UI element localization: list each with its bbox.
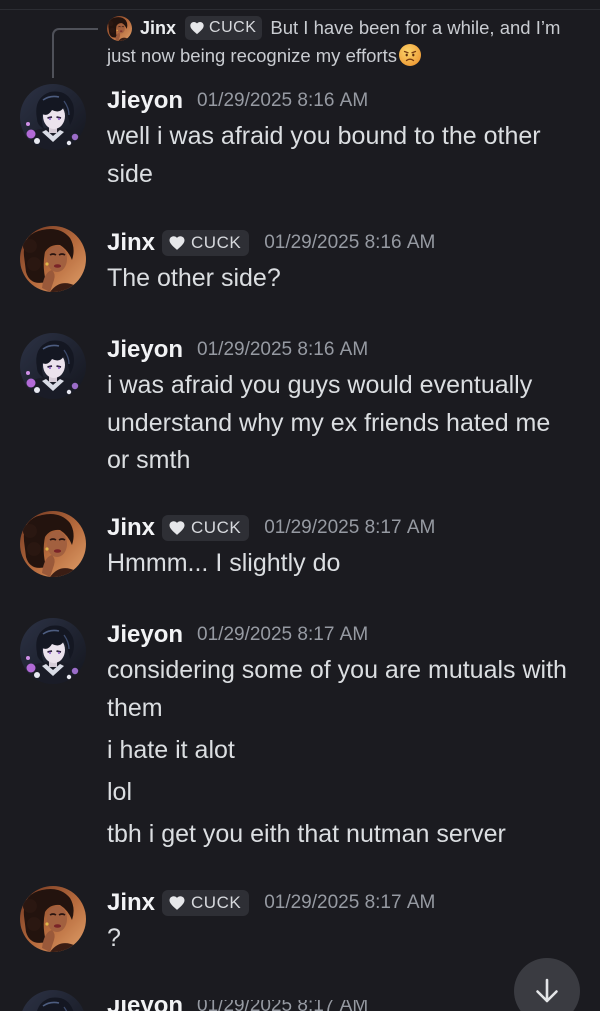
message-text: Hmmm... I slightly do [107,549,341,577]
arrow-down-icon[interactable] [514,958,580,1011]
message-group: Jieyon 01/29/2025 8:16 AM i was afraid y… [0,333,600,480]
message-text: considering some of you are mutuals with… [107,656,567,722]
message-group: Jinx CUCK 01/29/2025 8:17 AM Hmmm... I s… [0,511,600,583]
reply-clan-tag[interactable]: CUCK [185,16,263,41]
message-text: ? [107,924,121,952]
pouting-face-icon [398,44,421,67]
avatar[interactable] [20,511,86,577]
message-header: Jinx CUCK 01/29/2025 8:16 AM [107,226,435,260]
reply-connector [52,28,98,78]
message-header: Jieyon 01/29/2025 8:17 AM [107,618,368,652]
avatar[interactable] [20,226,86,292]
reply-preview[interactable]: Jinx CUCK But I have been for a while, and… [107,14,588,70]
clan-tag-label: CUCK [191,233,242,252]
message-content: considering some of you are mutuals with… [107,652,573,853]
message-text: i was afraid you guys would eventually u… [107,371,551,474]
username[interactable]: Jieyon [107,1000,183,1011]
message-text: well i was afraid you bound to the other… [107,122,541,188]
message-text: The other side? [107,264,281,292]
message-text: tbh i get you eith that nutman server [107,819,506,848]
message-group: Jieyon 01/29/2025 8:16 AM well i was afr… [0,84,600,194]
avatar[interactable] [20,333,86,399]
username[interactable]: Jinx [107,889,155,917]
timestamp: 01/29/2025 8:17 AM [264,517,436,538]
message-content: i was afraid you guys would eventually u… [107,367,573,480]
message-header: Jinx CUCK 01/29/2025 8:17 AM [107,511,435,545]
message-content: The other side? [107,260,573,298]
top-divider [0,9,600,10]
clan-tag[interactable]: CUCK [162,230,250,256]
username[interactable]: Jieyon [107,87,183,115]
avatar[interactable] [20,886,86,952]
username[interactable]: Jieyon [107,621,183,649]
timestamp: 01/29/2025 8:17 AM [197,624,369,645]
white-heart-icon [169,236,185,250]
clan-tag-label: CUCK [191,893,242,912]
message-text: i hate it alot [107,735,235,764]
white-heart-icon [190,22,204,35]
clan-tag[interactable]: CUCK [162,515,250,541]
username[interactable]: Jieyon [107,336,183,364]
message-group: Jieyon 01/29/2025 8:17 AM [0,990,600,1011]
timestamp: 01/29/2025 8:16 AM [197,90,369,111]
reply-author[interactable]: Jinx [140,18,176,38]
message-header: Jieyon 01/29/2025 8:16 AM [107,333,368,367]
message-header: Jieyon 01/29/2025 8:17 AM [107,1000,368,1011]
username[interactable]: Jinx [107,514,155,542]
message-content: Hmmm... I slightly do [107,545,573,583]
avatar[interactable] [20,84,86,150]
avatar[interactable] [20,990,86,1011]
message-group: Jinx CUCK 01/29/2025 8:17 AM ? [0,886,600,958]
timestamp: 01/29/2025 8:17 AM [197,1000,369,1011]
clan-tag[interactable]: CUCK [162,890,250,916]
username[interactable]: Jinx [107,229,155,257]
message-group: Jinx CUCK 01/29/2025 8:16 AM The other s… [0,226,600,298]
message-text: lol [107,777,133,806]
message-header: Jinx CUCK 01/29/2025 8:17 AM [107,886,435,920]
reply-avatar[interactable] [107,16,132,41]
message-content: ? [107,920,573,958]
message-content: well i was afraid you bound to the other… [107,118,573,193]
timestamp: 01/29/2025 8:16 AM [264,232,436,253]
white-heart-icon [169,521,185,535]
white-heart-icon [169,896,185,910]
reply-clan-tag-label: CUCK [209,19,257,37]
message-group: Jieyon 01/29/2025 8:17 AM considering so… [0,618,600,853]
timestamp: 01/29/2025 8:17 AM [264,892,436,913]
clan-tag-label: CUCK [191,518,242,537]
avatar[interactable] [20,618,86,684]
message-header: Jieyon 01/29/2025 8:16 AM [107,84,368,118]
timestamp: 01/29/2025 8:16 AM [197,339,369,360]
